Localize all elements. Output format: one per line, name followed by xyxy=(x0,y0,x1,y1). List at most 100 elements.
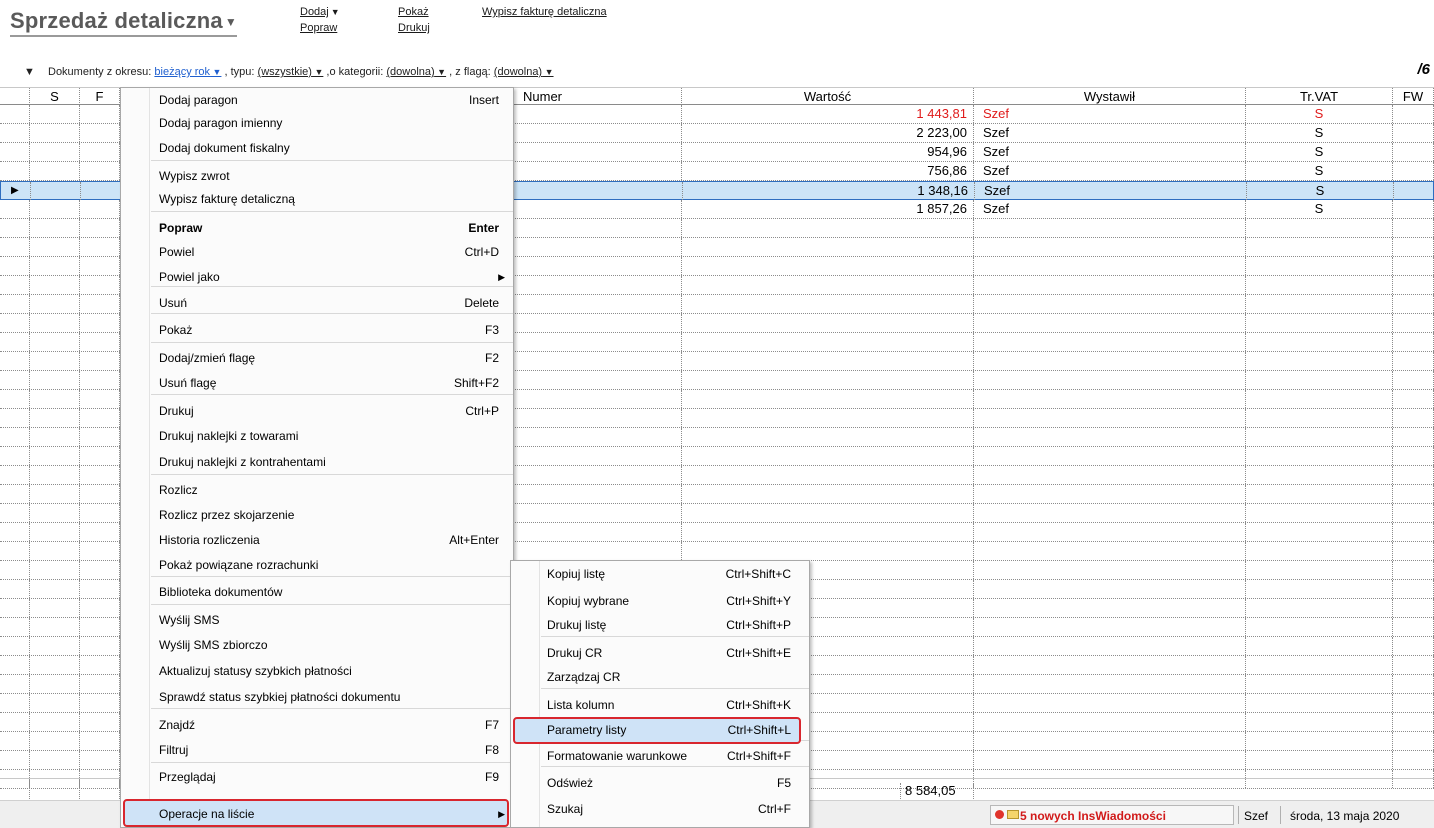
menu-item-wypisz-zwrot[interactable]: Wypisz zwrot xyxy=(121,164,513,188)
column-header-issuer[interactable]: Wystawił xyxy=(974,88,1246,105)
table-cell xyxy=(1246,561,1393,579)
table-cell xyxy=(0,333,30,351)
menu-item-biblioteka-dokumentów[interactable]: Biblioteka dokumentów xyxy=(121,580,513,604)
menu-item-label: Rozlicz xyxy=(159,483,198,497)
table-cell xyxy=(1246,314,1393,332)
table-cell xyxy=(1393,447,1434,465)
submenu-item-parametry-listy[interactable]: Parametry listy Ctrl+Shift+L xyxy=(511,718,809,742)
submenu-item-kopiuj-listę[interactable]: Kopiuj listę Ctrl+Shift+C xyxy=(511,562,809,586)
column-header-fw[interactable]: FW xyxy=(1393,88,1434,105)
table-cell xyxy=(1246,257,1393,275)
column-header-f[interactable]: F xyxy=(80,88,120,105)
menu-item-pokaż[interactable]: Pokaż F3 xyxy=(121,318,513,342)
table-cell xyxy=(30,238,80,256)
table-cell xyxy=(682,314,974,332)
menu-item-znajdź[interactable]: Znajdź F7 xyxy=(121,713,513,737)
submenu-item-kopiuj-wybrane[interactable]: Kopiuj wybrane Ctrl+Shift+Y xyxy=(511,589,809,613)
menu-item-powiel[interactable]: Powiel Ctrl+D xyxy=(121,240,513,264)
table-cell xyxy=(1393,390,1434,408)
collapse-filter-icon[interactable]: ▼ xyxy=(24,66,35,78)
menu-item-drukuj-naklejki-z-towarami[interactable]: Drukuj naklejki z towarami xyxy=(121,424,513,448)
table-cell xyxy=(1393,352,1434,370)
menu-item-dodaj-paragon-imienny[interactable]: Dodaj paragon imienny xyxy=(121,111,513,135)
flag-filter[interactable]: (dowolna) ▼ xyxy=(494,66,554,78)
table-cell xyxy=(513,333,682,351)
table-cell xyxy=(0,257,30,275)
table-cell xyxy=(513,219,682,237)
menu-item-usuń-flagę[interactable]: Usuń flagę Shift+F2 xyxy=(121,371,513,395)
table-cell xyxy=(1393,656,1434,674)
table-cell xyxy=(30,333,80,351)
menu-item-sprawdź-status-szybkiej-płatności-dokumentu[interactable]: Sprawdź status szybkiej płatności dokume… xyxy=(121,685,513,709)
menu-item-wypisz-fakturę-detaliczną[interactable]: Wypisz fakturę detaliczną xyxy=(121,187,513,211)
table-cell xyxy=(974,580,1246,598)
table-cell xyxy=(1246,409,1393,427)
submenu-item-odśwież[interactable]: Odśwież F5 xyxy=(511,771,809,795)
vat-cell: S xyxy=(1246,162,1393,180)
menu-item-popraw[interactable]: Popraw Enter xyxy=(121,216,513,240)
menu-item-operacje-na-liście[interactable]: Operacje na liście ▶ xyxy=(121,802,513,826)
menu-item-drukuj[interactable]: Drukuj Ctrl+P xyxy=(121,399,513,423)
table-cell xyxy=(80,694,120,712)
table-cell xyxy=(0,694,30,712)
submenu-item-zarządzaj-cr[interactable]: Zarządzaj CR xyxy=(511,665,809,689)
page-title[interactable]: Sprzedaż detaliczna ▼ xyxy=(10,8,237,37)
value-cell: 756,86 xyxy=(682,162,974,180)
table-cell xyxy=(80,162,120,180)
menu-item-historia-rozliczenia[interactable]: Historia rozliczenia Alt+Enter xyxy=(121,528,513,552)
submenu-item-formatowanie-warunkowe[interactable]: Formatowanie warunkowe Ctrl+Shift+F xyxy=(511,744,809,768)
column-header-s[interactable]: S xyxy=(30,88,80,105)
menu-item-rozlicz[interactable]: Rozlicz xyxy=(121,478,513,502)
menu-item-rozlicz-przez-skojarzenie[interactable]: Rozlicz przez skojarzenie xyxy=(121,503,513,527)
table-cell xyxy=(80,390,120,408)
menu-item-label: Znajdź xyxy=(159,718,196,732)
table-cell xyxy=(682,428,974,446)
table-cell xyxy=(80,751,120,769)
table-cell xyxy=(974,504,1246,522)
menu-separator xyxy=(151,762,513,763)
table-cell xyxy=(1393,599,1434,617)
table-cell xyxy=(1393,257,1434,275)
table-cell xyxy=(0,409,30,427)
menu-item-filtruj[interactable]: Filtruj F8 xyxy=(121,738,513,762)
menu-item-label: Historia rozliczenia xyxy=(159,533,260,547)
table-cell xyxy=(1393,295,1434,313)
type-filter[interactable]: (wszystkie) ▼ xyxy=(258,66,324,78)
menu-item-shortcut: Shift+F2 xyxy=(453,376,499,390)
table-cell xyxy=(0,713,30,731)
submenu-item-szukaj[interactable]: Szukaj Ctrl+F xyxy=(511,797,809,821)
menu-item-powiel-jako[interactable]: Powiel jako ▶ xyxy=(121,265,513,289)
add-link[interactable]: Dodaj ▼ xyxy=(300,6,340,18)
menu-item-wyślij-sms[interactable]: Wyślij SMS xyxy=(121,608,513,632)
menu-item-dodaj-zmień-flagę[interactable]: Dodaj/zmień flagę F2 xyxy=(121,346,513,370)
edit-link[interactable]: Popraw xyxy=(300,22,337,34)
menu-item-label: Sprawdź status szybkiej płatności dokume… xyxy=(159,690,401,704)
retail-invoice-link[interactable]: Wypisz fakturę detaliczna xyxy=(482,6,607,18)
menu-item-dodaj-dokument-fiskalny[interactable]: Dodaj dokument fiskalny xyxy=(121,136,513,160)
menu-item-przeglądaj[interactable]: Przeglądaj F9 xyxy=(121,765,513,789)
column-header-value[interactable]: Wartość xyxy=(682,88,974,105)
menu-item-pokaż-powiązane-rozrachunki[interactable]: Pokaż powiązane rozrachunki xyxy=(121,553,513,577)
table-cell xyxy=(0,447,30,465)
submenu-item-drukuj-listę[interactable]: Drukuj listę Ctrl+Shift+P xyxy=(511,613,809,637)
menu-item-label: Drukuj naklejki z kontrahentami xyxy=(159,455,326,469)
column-header-vat[interactable]: Tr.VAT xyxy=(1246,88,1393,105)
category-filter[interactable]: (dowolna) ▼ xyxy=(386,66,446,78)
table-cell xyxy=(974,314,1246,332)
column-header-number[interactable]: Numer xyxy=(513,88,682,105)
menu-item-usuń[interactable]: Usuń Delete xyxy=(121,291,513,315)
submenu-item-drukuj-cr[interactable]: Drukuj CR Ctrl+Shift+E xyxy=(511,641,809,665)
menu-item-wyślij-sms-zbiorczo[interactable]: Wyślij SMS zbiorczo xyxy=(121,633,513,657)
period-filter[interactable]: bieżący rok ▼ xyxy=(154,66,221,78)
menu-item-dodaj-paragon[interactable]: Dodaj paragon Insert xyxy=(121,88,513,112)
print-link[interactable]: Drukuj xyxy=(398,22,430,34)
menu-item-drukuj-naklejki-z-kontrahentami[interactable]: Drukuj naklejki z kontrahentami xyxy=(121,450,513,474)
table-cell xyxy=(0,276,30,294)
submenu-item-lista-kolumn[interactable]: Lista kolumn Ctrl+Shift+K xyxy=(511,693,809,717)
messages-notice[interactable]: 5 nowych InsWiadomości xyxy=(1020,809,1166,823)
menu-item-aktualizuj-statusy-szybkich-płatności[interactable]: Aktualizuj statusy szybkich płatności xyxy=(121,659,513,683)
show-link[interactable]: Pokaż xyxy=(398,6,429,18)
table-cell xyxy=(513,428,682,446)
menu-item-label: Wypisz fakturę detaliczną xyxy=(159,192,295,206)
table-cell xyxy=(80,276,120,294)
